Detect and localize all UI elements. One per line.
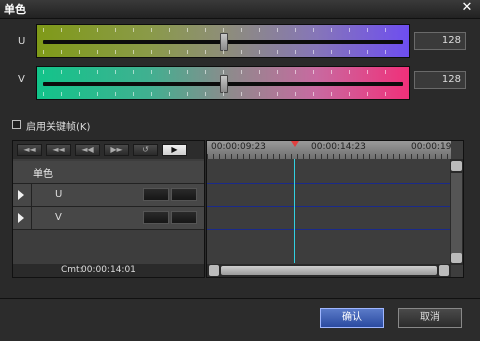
loop-button[interactable]: ↺	[133, 144, 158, 156]
track-grid-line	[207, 229, 451, 230]
u-channel-label: U	[18, 36, 26, 47]
vertical-scrollbar[interactable]	[450, 159, 463, 265]
scroll-up-icon[interactable]	[451, 161, 462, 171]
current-time-bar: Cmt: 00:00:14:01	[13, 264, 204, 277]
v-remove-keyframe-button[interactable]	[171, 211, 197, 224]
timeline-view[interactable]: 00:00:09:23 00:00:14:23 00:00:19	[206, 140, 464, 278]
u-add-keyframe-button[interactable]	[143, 188, 169, 201]
time-ruler[interactable]: 00:00:09:23 00:00:14:23 00:00:19	[207, 141, 451, 159]
enable-keyframe-checkbox[interactable]	[12, 120, 21, 129]
u-slider[interactable]	[36, 24, 410, 58]
v-channel-label: V	[18, 74, 25, 85]
playhead-line[interactable]	[294, 159, 295, 263]
v-slider-ticks-bottom	[43, 92, 403, 96]
v-slider[interactable]	[36, 66, 410, 100]
vertical-scroll-thumb[interactable]	[451, 173, 462, 255]
v-slider-ticks-top	[43, 70, 403, 74]
current-time-label: Cmt:	[61, 265, 83, 275]
scroll-down-icon[interactable]	[451, 253, 462, 263]
step-back-button[interactable]: ◄◀	[75, 144, 100, 156]
v-value-field[interactable]: 128	[414, 71, 466, 89]
track-row-separator	[31, 207, 32, 229]
timeline-track-panel: ◄◄ ◄◄ ◄◀ ▶► ↺ ▶ 单色 U V Cmt: 00:00:14:01	[12, 140, 205, 278]
play-button[interactable]: ▶	[162, 144, 187, 156]
playhead-marker-icon[interactable]	[291, 141, 299, 147]
enable-keyframe-label: 启用关键帧(K)	[26, 122, 91, 133]
track-row-separator	[31, 184, 32, 206]
u-value-field[interactable]: 128	[414, 32, 466, 50]
cancel-button[interactable]: 取消	[398, 308, 462, 328]
prev-keyframe-button[interactable]: ◄◄	[46, 144, 71, 156]
expand-u-icon[interactable]	[18, 190, 24, 200]
ok-button[interactable]: 确认	[320, 308, 384, 328]
track-grid-line	[207, 183, 451, 184]
step-forward-button[interactable]: ▶►	[104, 144, 129, 156]
horizontal-scrollbar[interactable]	[207, 264, 451, 277]
track-name-v: V	[55, 212, 62, 223]
scroll-right-icon[interactable]	[439, 265, 449, 276]
timeline-toolbar: ◄◄ ◄◄ ◄◀ ▶► ↺ ▶	[13, 141, 204, 159]
effect-row-label: 单色	[33, 169, 53, 180]
ruler-ticks	[207, 154, 451, 159]
title-bar: 单色 ✕	[0, 0, 480, 19]
scroll-left-icon[interactable]	[209, 265, 219, 276]
window-title: 单色	[4, 3, 26, 16]
ruler-timecode-2: 00:00:14:23	[311, 142, 366, 152]
horizontal-scroll-thumb[interactable]	[221, 266, 437, 275]
u-slider-thumb[interactable]	[220, 33, 228, 51]
current-time-value: 00:00:14:01	[81, 265, 136, 275]
u-remove-keyframe-button[interactable]	[171, 188, 197, 201]
ruler-timecode-1: 00:00:09:23	[211, 142, 266, 152]
u-slider-ticks-bottom	[43, 50, 403, 54]
ruler-timecode-3: 00:00:19	[411, 142, 452, 152]
effect-row: 单色	[13, 161, 204, 184]
expand-v-icon[interactable]	[18, 213, 24, 223]
track-grid-line	[207, 206, 451, 207]
u-slider-ticks-top	[43, 28, 403, 32]
close-icon[interactable]: ✕	[460, 0, 474, 16]
track-row-v: V	[13, 207, 204, 230]
track-name-u: U	[55, 189, 63, 200]
v-slider-thumb[interactable]	[220, 75, 228, 93]
track-row-u: U	[13, 184, 204, 207]
first-keyframe-button[interactable]: ◄◄	[17, 144, 42, 156]
v-add-keyframe-button[interactable]	[143, 211, 169, 224]
